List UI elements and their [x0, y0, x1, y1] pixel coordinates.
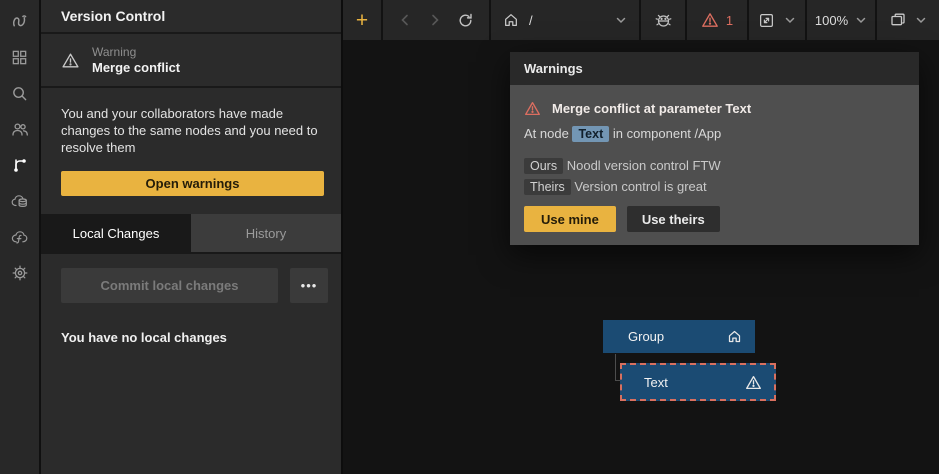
tab-local-changes[interactable]: Local Changes [41, 214, 191, 252]
components-grid-icon[interactable] [0, 39, 40, 75]
component-selector[interactable]: / [491, 0, 641, 40]
warning-triangle-icon [701, 11, 719, 29]
conflict-title: Merge conflict at parameter Text [552, 101, 751, 116]
collaborators-icon[interactable] [0, 111, 40, 147]
zoom-level-control[interactable]: 100% [807, 0, 877, 40]
chevron-down-icon [784, 14, 796, 26]
node-group[interactable]: Group [603, 320, 755, 353]
use-theirs-button[interactable]: Use theirs [627, 206, 720, 232]
component-path: / [529, 13, 533, 28]
warning-count: 1 [726, 13, 733, 28]
icon-rail [0, 0, 41, 474]
main-area: + [343, 0, 939, 474]
search-icon[interactable] [0, 75, 40, 111]
warning-summary: Warning Merge conflict [41, 34, 341, 88]
version-control-panel: Version Control Warning Merge conflict Y… [41, 0, 343, 474]
local-changes-body: Commit local changes ••• You have no loc… [41, 254, 341, 345]
chevron-down-icon [855, 14, 867, 26]
conflict-description: You and your collaborators have made cha… [61, 105, 324, 156]
warnings-popup: Warnings Merge conflict at parameter Tex… [510, 52, 919, 245]
theirs-badge: Theirs [524, 179, 571, 195]
conflict-description-section: You and your collaborators have made cha… [41, 88, 341, 214]
theirs-value: Version control is great [574, 179, 706, 194]
chevron-down-icon [915, 14, 927, 26]
chevron-down-icon [615, 14, 627, 26]
noodl-logo-icon[interactable] [0, 3, 40, 39]
navigate-back-button[interactable] [398, 13, 412, 27]
ours-row: Ours Noodl version control FTW [524, 158, 905, 173]
more-options-button[interactable]: ••• [290, 268, 328, 303]
expand-icon [758, 12, 775, 29]
navigate-forward-button[interactable] [428, 13, 442, 27]
panel-title: Version Control [41, 0, 341, 34]
location-suffix: in component /App [613, 126, 721, 141]
warning-summary-label: Warning [92, 45, 180, 59]
commit-local-changes-button[interactable]: Commit local changes [61, 268, 278, 303]
refresh-button[interactable] [457, 12, 474, 29]
canvas-toolbar: + [343, 0, 939, 40]
frames-icon [889, 11, 907, 29]
warnings-popup-title: Warnings [510, 52, 919, 85]
node-text-conflict[interactable]: Text [620, 363, 776, 401]
frames-control[interactable] [877, 0, 939, 40]
debug-bug-button[interactable] [654, 11, 673, 30]
node-label: Text [644, 375, 668, 390]
warning-icon [61, 51, 80, 70]
version-control-icon[interactable] [0, 147, 40, 183]
preview-size-control[interactable] [749, 0, 807, 40]
ours-badge: Ours [524, 158, 563, 174]
ours-value: Noodl version control FTW [567, 158, 721, 173]
node-label: Group [628, 329, 664, 344]
no-local-changes-message: You have no local changes [61, 330, 328, 345]
settings-gear-icon[interactable] [0, 255, 40, 291]
panel-tabs: Local Changes History [41, 214, 341, 254]
warnings-indicator[interactable]: 1 [687, 0, 749, 40]
warning-icon [745, 374, 762, 391]
cloud-functions-icon[interactable] [0, 219, 40, 255]
warning-summary-message: Merge conflict [92, 60, 180, 75]
node-connector [615, 354, 616, 380]
cloud-services-icon[interactable] [0, 183, 40, 219]
location-prefix: At node [524, 126, 569, 141]
warning-triangle-icon [524, 100, 541, 117]
node-name-badge[interactable]: Text [572, 126, 609, 142]
use-mine-button[interactable]: Use mine [524, 206, 616, 232]
home-icon [503, 12, 519, 28]
zoom-level: 100% [815, 13, 848, 28]
tab-history[interactable]: History [191, 214, 341, 252]
theirs-row: Theirs Version control is great [524, 179, 905, 194]
home-icon [727, 329, 742, 344]
add-node-button[interactable]: + [356, 10, 368, 31]
conflict-location: At node Text in component /App [524, 126, 905, 141]
open-warnings-button[interactable]: Open warnings [61, 171, 324, 196]
app-window: Version Control Warning Merge conflict Y… [0, 0, 939, 474]
